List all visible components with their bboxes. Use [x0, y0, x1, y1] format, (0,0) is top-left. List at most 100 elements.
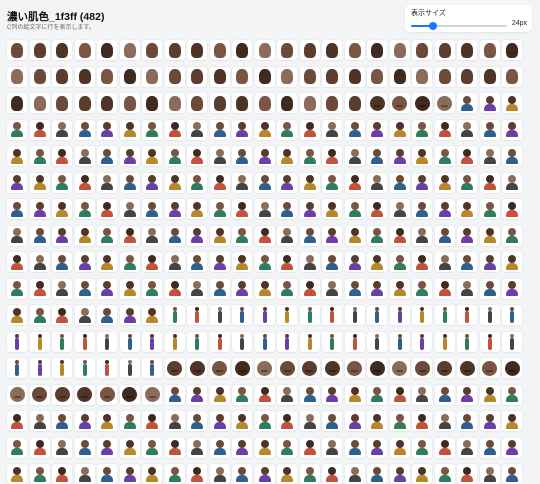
emoji-tile[interactable] [209, 252, 230, 272]
emoji-tile[interactable] [74, 278, 95, 299]
emoji-tile[interactable] [434, 464, 455, 484]
emoji-tile[interactable] [164, 146, 185, 166]
emoji-tile[interactable] [367, 119, 387, 140]
emoji-tile[interactable] [322, 119, 342, 140]
emoji-tile[interactable] [457, 119, 477, 140]
emoji-tile[interactable] [502, 146, 522, 166]
emoji-tile[interactable] [97, 172, 117, 193]
emoji-tile[interactable] [119, 384, 140, 405]
emoji-tile[interactable] [479, 146, 500, 166]
emoji-tile[interactable] [232, 464, 252, 484]
emoji-tile[interactable] [209, 40, 230, 60]
emoji-tile[interactable] [299, 66, 320, 87]
emoji-tile[interactable] [187, 464, 207, 484]
emoji-tile[interactable] [97, 66, 117, 87]
emoji-tile[interactable] [209, 358, 230, 378]
emoji-tile[interactable] [142, 225, 162, 246]
emoji-tile[interactable] [479, 66, 500, 87]
emoji-tile[interactable] [412, 305, 432, 325]
emoji-tile[interactable] [389, 172, 410, 193]
emoji-tile[interactable] [209, 305, 230, 325]
emoji-tile[interactable] [457, 278, 477, 299]
emoji-tile[interactable] [479, 225, 500, 246]
emoji-tile[interactable] [299, 172, 320, 193]
emoji-tile[interactable] [74, 40, 95, 60]
emoji-tile[interactable] [479, 437, 500, 458]
emoji-tile[interactable] [187, 93, 207, 113]
emoji-tile[interactable] [254, 119, 275, 140]
emoji-tile[interactable] [29, 66, 50, 87]
emoji-tile[interactable] [97, 464, 117, 484]
emoji-tile[interactable] [389, 93, 410, 113]
emoji-tile[interactable] [164, 384, 185, 405]
emoji-tile[interactable] [502, 384, 522, 405]
emoji-tile[interactable] [277, 119, 297, 140]
emoji-tile[interactable] [322, 93, 342, 113]
emoji-tile[interactable] [457, 66, 477, 87]
emoji-tile[interactable] [434, 172, 455, 193]
emoji-tile[interactable] [367, 66, 387, 87]
emoji-tile[interactable] [367, 252, 387, 272]
emoji-tile[interactable] [367, 93, 387, 113]
emoji-tile[interactable] [232, 119, 252, 140]
emoji-tile[interactable] [7, 40, 27, 60]
emoji-tile[interactable] [164, 66, 185, 87]
emoji-tile[interactable] [119, 278, 140, 299]
emoji-tile[interactable] [142, 358, 162, 378]
emoji-tile[interactable] [277, 66, 297, 87]
emoji-tile[interactable] [232, 93, 252, 113]
emoji-tile[interactable] [52, 278, 72, 299]
emoji-tile[interactable] [389, 358, 410, 378]
emoji-tile[interactable] [119, 40, 140, 60]
emoji-tile[interactable] [322, 358, 342, 378]
emoji-tile[interactable] [97, 437, 117, 458]
emoji-tile[interactable] [277, 278, 297, 299]
emoji-tile[interactable] [119, 305, 140, 325]
emoji-tile[interactable] [209, 411, 230, 431]
emoji-tile[interactable] [142, 119, 162, 140]
emoji-tile[interactable] [74, 146, 95, 166]
emoji-tile[interactable] [7, 252, 27, 272]
emoji-tile[interactable] [412, 384, 432, 405]
emoji-tile[interactable] [367, 331, 387, 352]
emoji-tile[interactable] [29, 437, 50, 458]
emoji-tile[interactable] [187, 172, 207, 193]
emoji-tile[interactable] [457, 305, 477, 325]
emoji-tile[interactable] [29, 146, 50, 166]
emoji-tile[interactable] [29, 40, 50, 60]
emoji-tile[interactable] [502, 225, 522, 246]
emoji-tile[interactable] [344, 278, 365, 299]
emoji-tile[interactable] [187, 437, 207, 458]
emoji-tile[interactable] [322, 411, 342, 431]
emoji-tile[interactable] [389, 66, 410, 87]
emoji-tile[interactable] [277, 225, 297, 246]
emoji-tile[interactable] [142, 66, 162, 87]
emoji-tile[interactable] [412, 278, 432, 299]
emoji-tile[interactable] [299, 437, 320, 458]
emoji-tile[interactable] [119, 252, 140, 272]
emoji-tile[interactable] [29, 199, 50, 219]
emoji-tile[interactable] [97, 225, 117, 246]
emoji-tile[interactable] [434, 66, 455, 87]
emoji-tile[interactable] [209, 437, 230, 458]
emoji-tile[interactable] [479, 278, 500, 299]
emoji-tile[interactable] [187, 40, 207, 60]
emoji-tile[interactable] [367, 199, 387, 219]
emoji-tile[interactable] [277, 358, 297, 378]
emoji-tile[interactable] [412, 199, 432, 219]
emoji-tile[interactable] [7, 305, 27, 325]
emoji-tile[interactable] [97, 411, 117, 431]
emoji-tile[interactable] [479, 464, 500, 484]
emoji-tile[interactable] [299, 119, 320, 140]
emoji-tile[interactable] [299, 146, 320, 166]
emoji-tile[interactable] [209, 93, 230, 113]
emoji-tile[interactable] [277, 305, 297, 325]
size-slider[interactable] [411, 22, 507, 30]
emoji-tile[interactable] [7, 172, 27, 193]
emoji-tile[interactable] [187, 305, 207, 325]
emoji-tile[interactable] [52, 252, 72, 272]
emoji-tile[interactable] [7, 225, 27, 246]
emoji-tile[interactable] [74, 172, 95, 193]
emoji-tile[interactable] [457, 93, 477, 113]
emoji-tile[interactable] [142, 464, 162, 484]
